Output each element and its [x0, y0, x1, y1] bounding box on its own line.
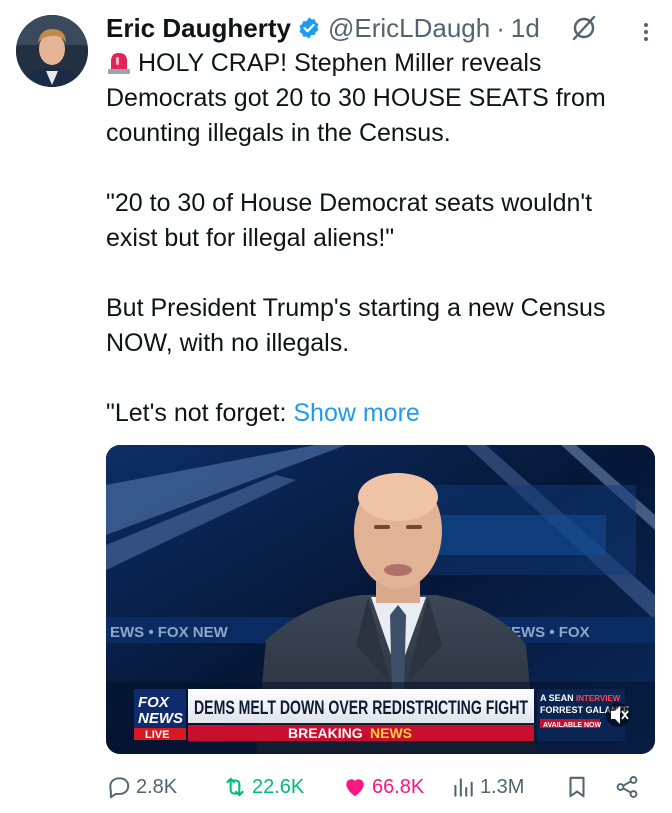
share-icon [616, 776, 638, 798]
heart-icon [346, 779, 364, 797]
like-button[interactable]: 66.8K [342, 774, 424, 800]
mute-icon[interactable] [606, 703, 630, 727]
post-header: Eric Daugherty @EricLDaugh · 1d [106, 12, 652, 44]
views-button[interactable]: 1.3M [450, 774, 524, 800]
repost-button[interactable]: 22.6K [222, 774, 304, 800]
fox-logo-bottom: NEWS [138, 710, 183, 727]
views-chart-icon [454, 778, 473, 797]
post-video[interactable]: EWS • FOX NEW X NEWS • FOX FOX NEWS LIVE… [106, 445, 655, 754]
post-actions: 2.8K 22.6K 66.8K 1.3M [106, 768, 654, 808]
breaking-news-label: NEWS [370, 725, 412, 741]
author-handle[interactable]: @EricLDaugh [328, 13, 490, 44]
verified-badge-icon [299, 17, 319, 39]
post-para3-line-1: But President Trump's starting a new Cen… [106, 294, 606, 322]
author-avatar[interactable] [16, 15, 88, 87]
repost-count: 22.6K [252, 775, 305, 798]
more-options-icon[interactable] [634, 18, 658, 46]
post-text: HOLY CRAP! Stephen Miller reveals Democr… [106, 46, 654, 431]
bookmark-icon [569, 776, 585, 798]
reply-count: 2.8K [136, 775, 178, 798]
post-quote-line-1: "20 to 30 of House Democrat seats wouldn… [106, 189, 593, 217]
fox-logo-top: FOX [138, 694, 170, 711]
siren-emoji-icon [108, 53, 130, 74]
post-line-3: counting illegals in the Census. [106, 119, 451, 147]
breaking-label: BREAKING [288, 725, 363, 741]
post-line-1: HOLY CRAP! Stephen Miller reveals [106, 46, 654, 81]
header-separator: · [496, 12, 505, 43]
video-frame: EWS • FOX NEW X NEWS • FOX FOX NEWS LIVE… [106, 445, 655, 754]
repost-icon [226, 777, 244, 797]
author-name[interactable]: Eric Daugherty [106, 13, 291, 44]
post-text-line-1: HOLY CRAP! Stephen Miller reveals [138, 49, 542, 77]
share-button[interactable] [614, 774, 644, 800]
post-timestamp[interactable]: 1d [511, 13, 540, 44]
post-line-2: Democrats got 20 to 30 HOUSE SEATS from [106, 84, 606, 112]
reply-button[interactable]: 2.8K [106, 774, 177, 800]
promo-line-4: AVAILABLE NOW [543, 722, 601, 729]
post-quote-line-2: exist but for illegal aliens!" [106, 224, 395, 252]
video-ticker-left: EWS • FOX NEW [110, 624, 229, 641]
post-para4: "Let's not forget: Show more [106, 396, 654, 431]
post-para4-text: "Let's not forget: [106, 399, 294, 427]
grok-icon[interactable] [570, 14, 598, 42]
promo-line-2: INTERVIEW [576, 694, 621, 703]
promo-line-1: A SEAN [540, 693, 574, 703]
live-badge: LIVE [145, 729, 169, 741]
view-count: 1.3M [480, 775, 525, 798]
reply-icon [109, 777, 130, 799]
like-count: 66.8K [372, 775, 425, 798]
video-headline: DEMS MELT DOWN OVER REDISTRICTING FIGHT [194, 698, 528, 719]
avatar-photo [16, 15, 88, 87]
bookmark-button[interactable] [564, 774, 594, 800]
show-more-link[interactable]: Show more [293, 399, 419, 427]
post-para3-line-2: NOW, with no illegals. [106, 329, 350, 357]
